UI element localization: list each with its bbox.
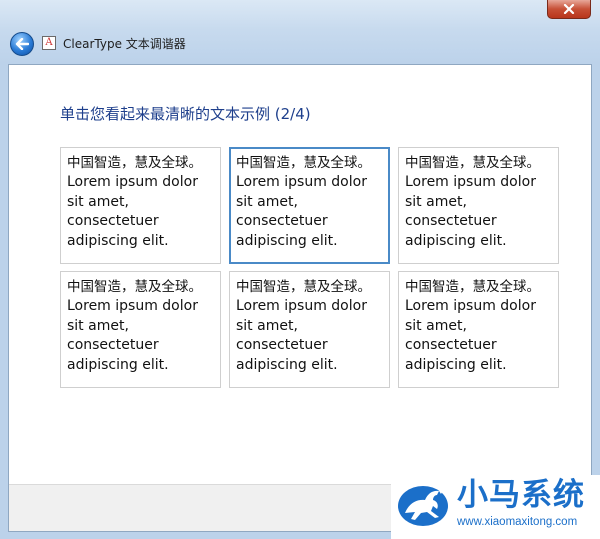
content-pane: 单击您看起来最清晰的文本示例 (2/4) 中国智造，慧及全球。 Lorem ip… <box>8 64 592 532</box>
text-sample-1[interactable]: 中国智造，慧及全球。 Lorem ipsum dolor sit amet, c… <box>60 147 221 264</box>
sample-latin-text: Lorem ipsum dolor sit amet, consectetuer… <box>405 174 536 249</box>
sample-chinese-text: 中国智造，慧及全球。 <box>236 155 371 171</box>
close-icon <box>563 4 575 14</box>
sample-latin-text: Lorem ipsum dolor sit amet, consectetuer… <box>67 174 198 249</box>
text-sample-2[interactable]: 中国智造，慧及全球。 Lorem ipsum dolor sit amet, c… <box>229 147 390 264</box>
close-button[interactable] <box>547 0 591 19</box>
window-title: ClearType 文本调谐器 <box>63 37 186 51</box>
sample-latin-text: Lorem ipsum dolor sit amet, consectetuer… <box>236 174 367 249</box>
sample-chinese-text: 中国智造，慧及全球。 <box>236 279 371 295</box>
text-sample-3[interactable]: 中国智造，慧及全球。 Lorem ipsum dolor sit amet, c… <box>398 147 559 264</box>
sample-latin-text: Lorem ipsum dolor sit amet, consectetuer… <box>405 298 536 373</box>
sample-chinese-text: 中国智造，慧及全球。 <box>405 155 540 171</box>
text-sample-6[interactable]: 中国智造，慧及全球。 Lorem ipsum dolor sit amet, c… <box>398 271 559 388</box>
window-frame: A ClearType 文本调谐器 单击您看起来最清晰的文本示例 (2/4) 中… <box>0 0 600 539</box>
horse-logo-icon <box>398 486 448 526</box>
sample-chinese-text: 中国智造，慧及全球。 <box>67 279 202 295</box>
watermark: 小马系统 www.xiaomaxitong.com <box>391 475 600 539</box>
cleartype-app-icon: A <box>42 36 56 50</box>
sample-latin-text: Lorem ipsum dolor sit amet, consectetuer… <box>67 298 198 373</box>
text-sample-5[interactable]: 中国智造，慧及全球。 Lorem ipsum dolor sit amet, c… <box>229 271 390 388</box>
sample-chinese-text: 中国智造，慧及全球。 <box>67 155 202 171</box>
watermark-url: www.xiaomaxitong.com <box>457 516 578 528</box>
sample-latin-text: Lorem ipsum dolor sit amet, consectetuer… <box>236 298 367 373</box>
watermark-brand: 小马系统 <box>457 477 585 513</box>
instruction-heading: 单击您看起来最清晰的文本示例 (2/4) <box>60 105 311 123</box>
sample-chinese-text: 中国智造，慧及全球。 <box>405 279 540 295</box>
text-sample-4[interactable]: 中国智造，慧及全球。 Lorem ipsum dolor sit amet, c… <box>60 271 221 388</box>
back-button[interactable] <box>10 32 34 56</box>
back-arrow-icon <box>15 38 29 50</box>
